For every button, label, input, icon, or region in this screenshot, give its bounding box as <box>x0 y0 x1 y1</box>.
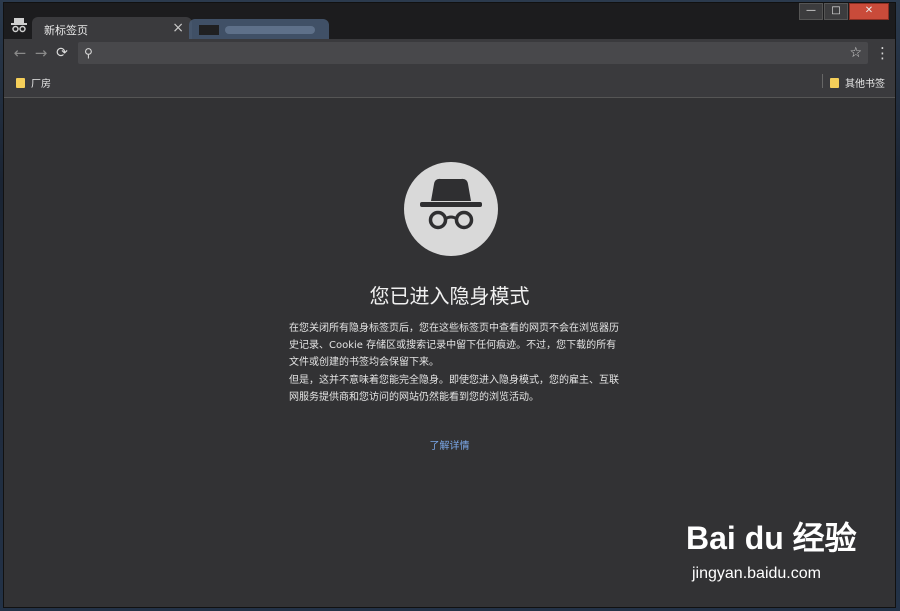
page-title: 您已进入隐身模式 <box>369 284 530 308</box>
window-controls: — □ ✕ <box>798 3 889 20</box>
bookmarks-bar: 厂房 其他书签 <box>4 67 895 98</box>
back-arrow-icon[interactable]: ← <box>10 43 30 63</box>
close-window-button[interactable]: ✕ <box>849 3 889 20</box>
bookmark-label: 厂房 <box>31 79 51 90</box>
watermark-domain: jingyan.baidu.com <box>692 565 821 582</box>
tab-label: 新标签页 <box>44 24 88 37</box>
tab-favicon <box>199 25 219 35</box>
address-input[interactable] <box>102 44 846 64</box>
learn-more-link[interactable]: 了解详情 <box>4 437 895 452</box>
bookmark-separator <box>822 74 823 88</box>
close-tab-icon[interactable]: × <box>172 20 184 36</box>
kebab-menu-icon[interactable]: ⋮ <box>875 43 890 63</box>
tab-background[interactable] <box>189 19 329 41</box>
toolbar: ← → ⟳ ⚲ ☆ ⋮ <box>4 39 895 67</box>
title-bar: 新标签页 × — □ ✕ <box>4 3 895 41</box>
search-icon: ⚲ <box>84 46 93 60</box>
bookmark-folder-other[interactable]: 其他书签 <box>830 75 885 90</box>
incognito-spy-icon <box>404 162 498 256</box>
watermark-brand: Bai du 经验 <box>686 520 857 556</box>
baidu-jingyan-watermark: Bai du 经验 jingyan.baidu.com <box>686 513 857 593</box>
star-icon[interactable]: ☆ <box>849 43 862 63</box>
incognito-description: 在您关闭所有隐身标签页后，您在这些标签页中查看的网页不会在浏览器历史记录、Coo… <box>289 323 619 368</box>
maximize-button[interactable]: □ <box>824 3 848 20</box>
folder-icon <box>830 77 839 88</box>
tab-new-tab[interactable]: 新标签页 × <box>32 17 192 41</box>
folder-icon <box>16 77 25 88</box>
reload-icon[interactable]: ⟳ <box>52 43 72 63</box>
bookmark-folder-changfang[interactable]: 厂房 <box>16 75 51 90</box>
bookmark-label: 其他书签 <box>845 79 885 90</box>
incognito-warning: 但是，这并不意味着您能完全隐身。即使您进入隐身模式，您的雇主、互联网服务提供商和… <box>289 375 619 403</box>
incognito-badge-icon <box>8 17 30 37</box>
omnibox[interactable]: ⚲ ☆ <box>78 42 868 64</box>
minimize-button[interactable]: — <box>799 3 823 20</box>
forward-arrow-icon[interactable]: → <box>31 43 51 63</box>
tab-label-blurred <box>225 26 315 34</box>
